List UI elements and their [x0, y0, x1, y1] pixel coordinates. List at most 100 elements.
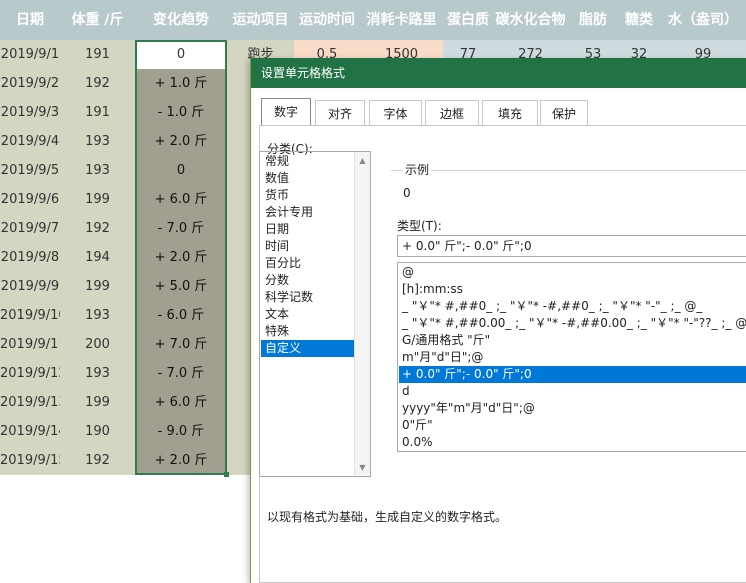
category-item[interactable]: 特殊 — [261, 323, 361, 340]
description-text: 以现有格式为基础，生成自定义的数字格式。 — [267, 510, 508, 524]
cell-trend[interactable]: - 6.0 斤 — [135, 301, 227, 331]
cell-date[interactable]: 2019/9/3 — [0, 98, 60, 128]
cell-weight[interactable]: 193 — [60, 156, 135, 186]
cell-trend[interactable]: - 1.0 斤 — [135, 98, 227, 128]
cell-trend[interactable]: + 1.0 斤 — [135, 69, 227, 99]
cell-weight[interactable]: 192 — [60, 214, 135, 244]
column-header[interactable]: 运动项目 — [227, 0, 294, 40]
cell-weight[interactable]: 199 — [60, 185, 135, 215]
sample-value: 0 — [403, 186, 411, 200]
cell-date[interactable]: 2019/9/7 — [0, 214, 60, 244]
table-row: 2019/9/11200+ 7.0 斤 — [0, 330, 260, 360]
tab-5[interactable]: 保护 — [540, 100, 588, 126]
column-header[interactable]: 蛋白质 — [443, 0, 493, 40]
cell-date[interactable]: 2019/9/1 — [0, 40, 60, 70]
tab-3[interactable]: 边框 — [425, 100, 479, 126]
format-item[interactable]: _ "￥"* #,##0.00_ ;_ "￥"* -#,##0.00_ ;_ "… — [399, 315, 746, 332]
cell-weight[interactable]: 194 — [60, 243, 135, 273]
column-header[interactable]: 水（盎司） — [660, 0, 746, 40]
format-list[interactable]: @ [h]:mm:ss _ "￥"* #,##0_ ;_ "￥"* -#,##0_ … — [397, 262, 746, 452]
table-row: 2019/9/15192+ 2.0 斤 — [0, 446, 260, 476]
cell-weight[interactable]: 199 — [60, 388, 135, 418]
column-header[interactable]: 消耗卡路里 — [360, 0, 443, 40]
format-item[interactable]: d — [399, 383, 746, 400]
cell-date[interactable]: 2019/9/10 — [0, 301, 60, 331]
category-item[interactable]: 百分比 — [261, 255, 361, 272]
cell-date[interactable]: 2019/9/12 — [0, 359, 60, 389]
tab-0[interactable]: 数字 — [261, 98, 311, 126]
cell-weight[interactable]: 192 — [60, 446, 135, 476]
category-item[interactable]: 时间 — [261, 238, 361, 255]
category-item[interactable]: 会计专用 — [261, 204, 361, 221]
column-header[interactable]: 变化趋势 — [135, 0, 227, 40]
type-input[interactable]: + 0.0" 斤";- 0.0" 斤";0 — [397, 235, 746, 257]
category-list[interactable]: 常规 数值 货币 会计专用 日期 时间 百分比 分数 科学记数 文本 特殊 自定义 ▲ ▼ — [259, 151, 371, 477]
cell-trend[interactable]: 0 — [135, 40, 227, 70]
format-item[interactable]: + 0.0" 斤";- 0.0" 斤";0 — [399, 366, 746, 383]
category-item[interactable]: 数值 — [261, 170, 361, 187]
category-item[interactable]: 常规 — [261, 153, 361, 170]
category-item[interactable]: 自定义 — [261, 340, 361, 357]
cell-date[interactable]: 2019/9/13 — [0, 388, 60, 418]
column-header[interactable]: 体重 /斤 — [60, 0, 135, 40]
column-header[interactable]: 运动时间 — [294, 0, 360, 40]
category-item[interactable]: 文本 — [261, 306, 361, 323]
format-item[interactable]: _ "￥"* #,##0_ ;_ "￥"* -#,##0_ ;_ "￥"* "-… — [399, 298, 746, 315]
format-item[interactable]: @ — [399, 264, 746, 281]
cell-date[interactable]: 2019/9/14 — [0, 417, 60, 447]
cell-trend[interactable]: + 6.0 斤 — [135, 388, 227, 418]
scroll-up-icon[interactable]: ▲ — [358, 156, 367, 165]
cell-weight[interactable]: 193 — [60, 359, 135, 389]
format-item[interactable]: m"月"d"日";@ — [399, 349, 746, 366]
cell-date[interactable]: 2019/9/4 — [0, 127, 60, 157]
column-header[interactable]: 碳水化合物 — [493, 0, 568, 40]
cell-trend[interactable]: + 5.0 斤 — [135, 272, 227, 302]
category-item[interactable]: 科学记数 — [261, 289, 361, 306]
cell-weight[interactable]: 191 — [60, 40, 135, 70]
cell-trend[interactable]: + 6.0 斤 — [135, 185, 227, 215]
cell-trend[interactable]: - 7.0 斤 — [135, 359, 227, 389]
cell-weight[interactable]: 192 — [60, 69, 135, 99]
cell-trend[interactable]: + 2.0 斤 — [135, 243, 227, 273]
scroll-down-icon[interactable]: ▼ — [358, 463, 367, 472]
cell-date[interactable]: 2019/9/9 — [0, 272, 60, 302]
category-item[interactable]: 货币 — [261, 187, 361, 204]
cell-trend[interactable]: + 2.0 斤 — [135, 446, 227, 476]
cell-weight[interactable]: 191 — [60, 98, 135, 128]
cell-trend[interactable]: - 7.0 斤 — [135, 214, 227, 244]
fill-handle[interactable] — [224, 472, 229, 477]
sample-label: 示例 — [403, 161, 432, 178]
table-row: 2019/9/13199+ 6.0 斤 — [0, 388, 260, 418]
cell-weight[interactable]: 200 — [60, 330, 135, 360]
tab-4[interactable]: 填充 — [482, 100, 538, 126]
category-item[interactable]: 分数 — [261, 272, 361, 289]
cell-date[interactable]: 2019/9/11 — [0, 330, 60, 360]
column-header[interactable]: 日期 — [0, 0, 60, 40]
cell-date[interactable]: 2019/9/8 — [0, 243, 60, 273]
tab-2[interactable]: 字体 — [369, 100, 422, 126]
format-item[interactable]: 0"斤" — [399, 417, 746, 434]
cell-weight[interactable]: 193 — [60, 127, 135, 157]
table-row: 2019/9/4 193 + 2.0 斤 — [0, 127, 260, 157]
cell-trend[interactable]: + 2.0 斤 — [135, 127, 227, 157]
column-header[interactable]: 糖类 — [618, 0, 660, 40]
cell-weight[interactable]: 193 — [60, 301, 135, 331]
cell-weight[interactable]: 199 — [60, 272, 135, 302]
cell-trend[interactable]: 0 — [135, 156, 227, 186]
format-item[interactable]: [h]:mm:ss — [399, 281, 746, 298]
cell-date[interactable]: 2019/9/2 — [0, 69, 60, 99]
cell-trend[interactable]: - 9.0 斤 — [135, 417, 227, 447]
category-scrollbar[interactable]: ▲ ▼ — [354, 152, 370, 476]
format-item[interactable]: yyyy"年"m"月"d"日";@ — [399, 400, 746, 417]
column-header[interactable]: 脂肪 — [568, 0, 618, 40]
tab-1[interactable]: 对齐 — [315, 100, 365, 126]
dialog-title-bar[interactable]: 设置单元格格式 — [251, 58, 746, 88]
category-item[interactable]: 日期 — [261, 221, 361, 238]
cell-date[interactable]: 2019/9/6 — [0, 185, 60, 215]
cell-date[interactable]: 2019/9/15 — [0, 446, 60, 476]
cell-date[interactable]: 2019/9/5 — [0, 156, 60, 186]
format-item[interactable]: 0.0% — [399, 434, 746, 451]
cell-trend[interactable]: + 7.0 斤 — [135, 330, 227, 360]
cell-weight[interactable]: 190 — [60, 417, 135, 447]
format-item[interactable]: G/通用格式 "斤" — [399, 332, 746, 349]
